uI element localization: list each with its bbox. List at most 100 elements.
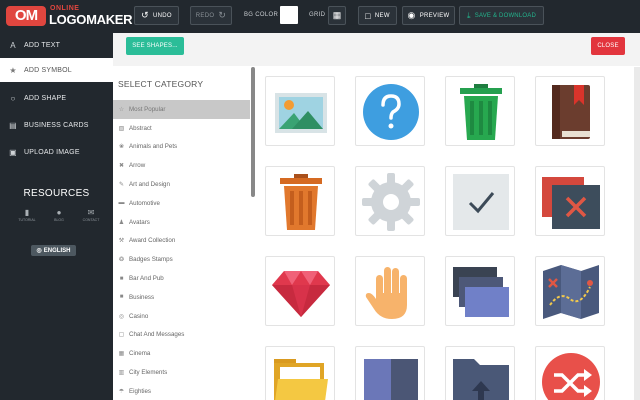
sidebar-item-add-shape[interactable]: ○ ADD SHAPE: [0, 86, 113, 110]
resource-blog[interactable]: ● BLOG: [46, 208, 72, 222]
category-item-label: Business: [129, 293, 155, 301]
symbol-hand[interactable]: [355, 256, 425, 326]
symbol-shuffle[interactable]: [535, 346, 605, 400]
category-item-label: Avatars: [129, 218, 150, 226]
car-icon: ▬: [118, 200, 125, 207]
sidebar-item-upload-image[interactable]: ▣ UPLOAD IMAGE: [0, 140, 113, 164]
symbol-panel: SEE SHAPES... CLOSE SELECT CATEGORY ☆ Mos…: [113, 33, 640, 400]
briefcase-icon: ■: [119, 294, 124, 301]
symbol-book-closed[interactable]: [355, 346, 425, 400]
page-scrollbar[interactable]: [634, 67, 640, 400]
symbol-treasure-map[interactable]: [535, 256, 605, 326]
category-item-label: Eighties: [129, 387, 152, 395]
logo-mark: OM: [6, 6, 46, 26]
symbol-landscape-picture[interactable]: [265, 76, 335, 146]
trash-can-green-icon: [460, 84, 502, 140]
category-item[interactable]: ✎ Art and Design: [113, 175, 250, 194]
top-toolbar: OM ONLINE LOGOMAKER ↺ UNDO REDO ↻ BG COL…: [0, 0, 640, 33]
sidebar-item-business-cards[interactable]: ▤ BUSINESS CARDS: [0, 113, 113, 137]
category-panel: SELECT CATEGORY ☆ Most Popular ▧ Abstract ❀ A…: [113, 66, 255, 400]
close-button[interactable]: CLOSE: [591, 37, 625, 55]
category-item[interactable]: ▦ Cinema: [113, 344, 250, 363]
category-item[interactable]: ☂ Eighties: [113, 382, 250, 400]
grid-label: GRID: [309, 12, 326, 18]
bg-color-swatch[interactable]: [280, 6, 298, 24]
category-item-label: Automotive: [129, 199, 160, 207]
save-download-button[interactable]: ⤓ SAVE & DOWNLOAD: [459, 6, 544, 25]
sidebar-item-label: ADD SYMBOL: [24, 66, 72, 74]
category-item[interactable]: ▥ City Elements: [113, 363, 250, 382]
chat-icon: ●: [56, 208, 62, 217]
building-icon: ▥: [118, 370, 125, 377]
new-button[interactable]: □ NEW: [358, 6, 397, 25]
category-item[interactable]: ❀ Animals and Pets: [113, 138, 250, 157]
folder-upload-icon: [453, 359, 509, 400]
star-icon: ☆: [118, 106, 125, 113]
app-logo[interactable]: OM ONLINE LOGOMAKER: [6, 5, 133, 29]
new-file-icon: □: [365, 10, 371, 21]
chat-icon: ▢: [118, 332, 125, 339]
book-closed-icon: [364, 359, 418, 400]
grid-toggle-button[interactable]: ▦: [328, 6, 346, 25]
symbol-question[interactable]: [355, 76, 425, 146]
download-icon: ⤓: [467, 10, 471, 20]
language-selector[interactable]: ◎ ENGLISH: [31, 245, 76, 256]
redo-button[interactable]: REDO ↻: [190, 6, 232, 25]
hand-icon: [365, 267, 407, 319]
undo-button[interactable]: ↺ UNDO: [134, 6, 179, 25]
save-label: SAVE & DOWNLOAD: [474, 12, 536, 19]
bg-color-label: BG COLOR: [244, 12, 279, 18]
category-item-label: Badges Stamps: [129, 256, 173, 264]
badge-icon: ❂: [118, 257, 125, 264]
category-item[interactable]: ■ Business: [113, 288, 250, 307]
logo-subtitle: ONLINE: [50, 5, 80, 12]
sidebar: A ADD TEXT ★ ADD SYMBOL ○ ADD SHAPE ▤ BU…: [0, 33, 113, 400]
category-item-label: Cinema: [129, 350, 151, 358]
book-bookmark-icon: [552, 85, 590, 139]
redo-icon: ↻: [218, 10, 227, 20]
category-item[interactable]: ▧ Abstract: [113, 119, 250, 138]
windows-stack-icon: [453, 267, 509, 317]
resource-contact[interactable]: ✉ CONTACT: [78, 208, 104, 222]
category-item[interactable]: ☆ Most Popular: [113, 100, 250, 119]
resource-tutorial[interactable]: ▮ TUTORIAL: [14, 208, 40, 222]
sidebar-item-label: ADD SHAPE: [24, 94, 67, 102]
symbol-trash-green[interactable]: [445, 76, 515, 146]
sidebar-item-label: ADD TEXT: [24, 41, 61, 49]
category-item[interactable]: ✖ Arrow: [113, 156, 250, 175]
category-item[interactable]: ▢ Chat And Messages: [113, 326, 250, 345]
sidebar-item-add-text[interactable]: A ADD TEXT: [0, 33, 113, 57]
image-icon: ▣: [9, 147, 17, 157]
category-item[interactable]: ❂ Badges Stamps: [113, 250, 250, 269]
sidebar-item-add-symbol[interactable]: ★ ADD SYMBOL: [0, 58, 113, 82]
see-shapes-button[interactable]: SEE SHAPES...: [126, 37, 184, 55]
category-list: ☆ Most Popular ▧ Abstract ❀ Animals and Pets ✖…: [113, 100, 250, 400]
category-item-label: Chat And Messages: [129, 331, 185, 339]
category-item-label: Abstract: [129, 124, 152, 132]
category-item[interactable]: ■ Bar And Pub: [113, 269, 250, 288]
gear-icon: [362, 173, 420, 231]
symbol-ruby-gem[interactable]: [265, 256, 335, 326]
category-item[interactable]: ♟ Avatars: [113, 213, 250, 232]
symbol-trash-orange[interactable]: [265, 166, 335, 236]
symbol-close-window[interactable]: [535, 166, 605, 236]
symbol-checkmark[interactable]: [445, 166, 515, 236]
undo-label: UNDO: [152, 12, 172, 19]
category-item[interactable]: ▬ Automotive: [113, 194, 250, 213]
text-icon: A: [10, 40, 16, 50]
symbol-folder-upload[interactable]: [445, 346, 515, 400]
category-item[interactable]: ⚒ Award Collection: [113, 232, 250, 251]
category-item-label: City Elements: [129, 369, 168, 377]
category-item-label: Most Popular: [129, 105, 166, 113]
preview-button[interactable]: ◉ PREVIEW: [402, 6, 455, 25]
category-item-label: Casino: [129, 312, 149, 320]
language-label: ENGLISH: [43, 247, 71, 254]
award-icon: ⚒: [118, 238, 125, 245]
chip-icon: ◎: [118, 313, 125, 320]
symbol-book-bookmark[interactable]: [535, 76, 605, 146]
category-item[interactable]: ◎ Casino: [113, 307, 250, 326]
symbol-folder-open[interactable]: [265, 346, 335, 400]
symbol-gear[interactable]: [355, 166, 425, 236]
sidebar-item-label: BUSINESS CARDS: [24, 121, 89, 129]
symbol-windows-stack[interactable]: [445, 256, 515, 326]
